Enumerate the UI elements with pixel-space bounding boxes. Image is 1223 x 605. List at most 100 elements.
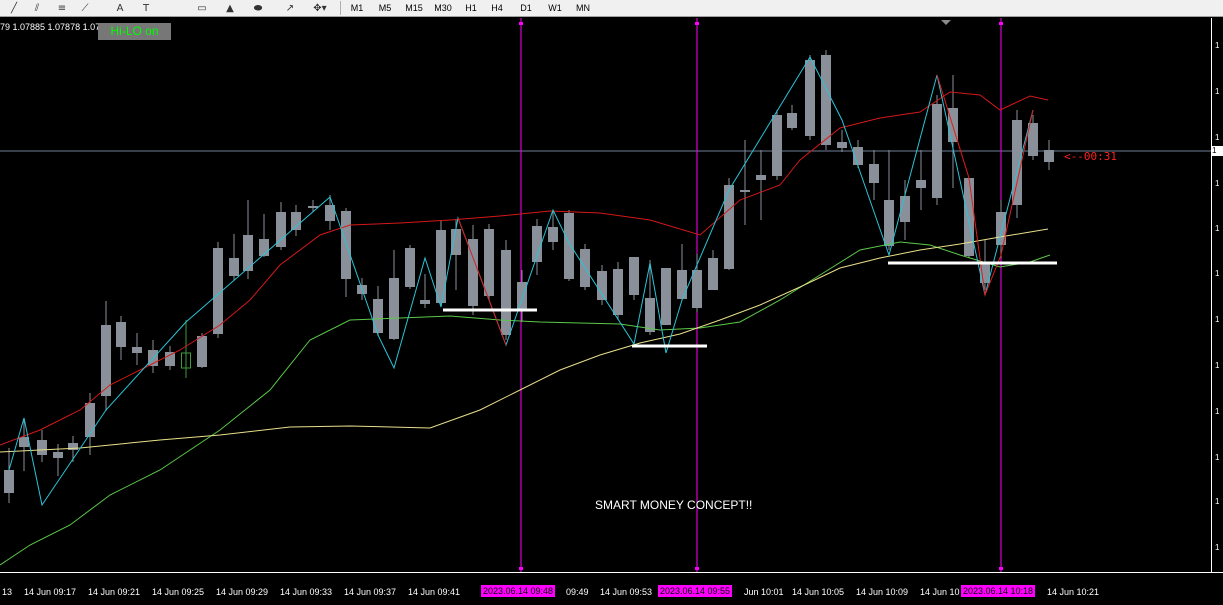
candle-body <box>884 200 894 246</box>
candle-body <box>229 258 239 276</box>
trendline-icon[interactable]: ╱ <box>4 1 24 16</box>
candle-body <box>692 270 702 308</box>
candle-body <box>837 142 847 148</box>
text-label-icon[interactable]: T <box>136 1 156 16</box>
candle-body <box>276 212 286 247</box>
smart-money-annotation: SMART MONEY CONCEPT!! <box>595 498 753 512</box>
price-tick-label: 1 <box>1215 269 1220 278</box>
timeframe-m30-button[interactable]: M30 <box>430 0 456 16</box>
price-tick-label: 1 <box>1215 543 1220 552</box>
candle-body <box>420 300 430 304</box>
shift-marker-icon <box>941 20 951 25</box>
rectangle-icon[interactable]: ▭ <box>192 1 212 16</box>
time-label: 14 Jun 09:53 <box>600 587 653 597</box>
time-axis[interactable]: 13 14 Jun 09:17 14 Jun 09:21 14 Jun 09:25 14… <box>0 572 1223 605</box>
fibo-icon[interactable]: ≡ <box>52 1 72 16</box>
timeframe-w1-button[interactable]: W1 <box>544 0 566 16</box>
candle-body <box>436 230 446 303</box>
candle-body <box>389 278 399 339</box>
candle-body <box>756 175 766 180</box>
timeframe-d1-button[interactable]: D1 <box>515 0 537 16</box>
price-tick-label: 1 <box>1215 315 1220 324</box>
time-label: 14 Jun 09:37 <box>344 587 397 597</box>
price-tick-label: 1 <box>1215 453 1220 462</box>
time-label: 14 Jun 09:29 <box>216 587 269 597</box>
more-tools-icon[interactable]: ✥▾ <box>310 1 330 16</box>
price-axis[interactable]: 1 1 1 1 1 1 1 1 1 1 1 1 <box>1211 18 1223 572</box>
time-label: 13 <box>2 587 13 597</box>
candle-body <box>964 178 974 256</box>
channel-icon[interactable]: ⫽ <box>27 1 47 16</box>
time-marker-handle <box>695 22 699 25</box>
vline-time-badge: 2023.06.14 09:55 <box>658 585 733 597</box>
candle-body <box>772 115 782 176</box>
candle-body <box>19 437 29 447</box>
time-label: 14 Jun 10:09 <box>856 587 909 597</box>
candle-body <box>740 190 750 192</box>
price-tick-label: 1 <box>1215 497 1220 506</box>
vline-time-badge: 2023.06.14 10:18 <box>961 585 1036 597</box>
time-marker-handle <box>999 22 1003 25</box>
candle-body <box>869 164 879 183</box>
fast-ma-line <box>0 91 1049 446</box>
price-tick-label: 1 <box>1215 179 1220 188</box>
arrow-icon[interactable]: ↗ <box>280 1 300 16</box>
candle-body <box>548 227 558 242</box>
hilo-toggle-button[interactable]: Hi-LO on <box>98 23 171 40</box>
price-chart[interactable] <box>0 18 1211 572</box>
candle-body <box>37 440 47 455</box>
triangle-icon[interactable]: ▲ <box>220 1 240 16</box>
timeframe-mn-button[interactable]: MN <box>571 0 595 16</box>
ellipse-icon[interactable]: ⬬ <box>248 1 268 16</box>
candle-body <box>165 352 175 366</box>
text-icon[interactable]: A <box>110 1 130 16</box>
candle-body <box>132 347 142 353</box>
current-price-label: 1 <box>1212 146 1223 156</box>
candle-body <box>405 248 415 287</box>
time-label: 14 Jun 10:21 <box>1047 587 1100 597</box>
candle-body <box>787 113 797 128</box>
candle-body <box>484 229 494 296</box>
timeframe-m5-button[interactable]: M5 <box>373 0 397 16</box>
ohlc-readout: 79 1.07885 1.07878 1.07 <box>0 22 101 32</box>
candle-body <box>821 55 831 145</box>
candle-body <box>85 403 95 437</box>
time-label: 14 Jun 09:17 <box>24 587 77 597</box>
timeframe-m1-button[interactable]: M1 <box>347 0 367 16</box>
time-label: 14 Jun 09:21 <box>88 587 141 597</box>
candle-body <box>932 104 942 198</box>
candle-body <box>308 206 318 208</box>
price-tick-label: 1 <box>1215 87 1220 96</box>
candle-body <box>341 211 351 279</box>
price-tick-label: 1 <box>1215 361 1220 370</box>
time-marker-handle <box>999 567 1003 570</box>
bar-countdown-timer: <--00:31 <box>1064 150 1117 163</box>
time-label: 14 Jun 09:25 <box>152 587 205 597</box>
candle-body <box>53 452 63 458</box>
vline-time-badge: 2023.06.14 09:48 <box>481 585 556 597</box>
candle-body <box>1012 120 1022 205</box>
candle-body <box>916 180 926 188</box>
time-marker-handle <box>519 22 523 25</box>
timeframe-m15-button[interactable]: M15 <box>402 0 426 16</box>
time-label: 14 Jun 09:33 <box>280 587 333 597</box>
candle-body <box>677 270 687 299</box>
candle-body <box>708 258 718 290</box>
timeframe-h4-button[interactable]: H4 <box>487 0 507 16</box>
time-label: 14 Jun 09:41 <box>408 587 461 597</box>
chart-toolbar: ╱ ⫽ ≡ ⟋ A T ▭ ▲ ⬬ ↗ ✥▾ M1 M5 M15 M30 H1 H4 D1 W1 MN <box>0 0 1223 17</box>
candle-body <box>645 298 655 332</box>
time-label: 14 Jun 10 <box>920 587 960 597</box>
zigzag-segment-alt <box>457 217 507 346</box>
timeframe-h1-button[interactable]: H1 <box>461 0 481 16</box>
candle-body <box>501 250 511 335</box>
toolbar-separator <box>340 1 341 15</box>
candle-body <box>805 60 815 136</box>
time-marker-handle <box>519 567 523 570</box>
candle-body <box>564 213 574 279</box>
time-marker-handle <box>695 567 699 570</box>
candle-body <box>517 282 527 310</box>
price-tick-label: 1 <box>1215 133 1220 142</box>
fibo-fan-icon[interactable]: ⟋ <box>75 1 95 16</box>
candle-body <box>629 257 639 295</box>
